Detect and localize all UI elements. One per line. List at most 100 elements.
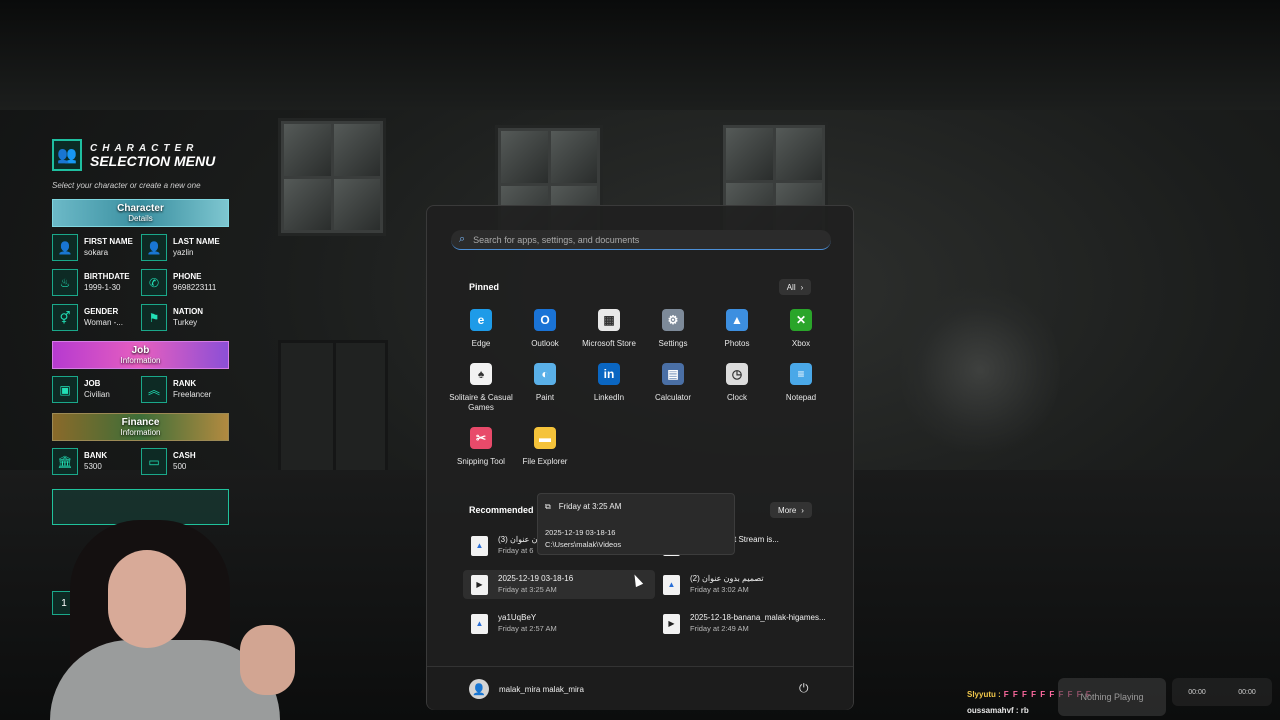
menu-header: 👥 CHARACTER SELECTION MENU xyxy=(52,137,230,173)
music-progress-widget: 00:00 00:00 xyxy=(1172,678,1272,706)
user-name: malak_mira malak_mira xyxy=(499,684,584,694)
pinned-app-label: Notepad xyxy=(785,393,817,402)
chat-username: Slyyutu : xyxy=(967,690,1001,699)
banner-title: Job xyxy=(131,344,150,356)
banner-subtitle: Details xyxy=(128,213,153,223)
search-input[interactable] xyxy=(473,234,804,245)
pinned-app-label: File Explorer xyxy=(522,457,568,466)
more-button[interactable]: More › xyxy=(770,502,812,518)
gender-icon: ⚥ xyxy=(52,304,78,331)
job-grid: ▣ JOB Civilian ︽ RANK Freelancer xyxy=(52,376,230,403)
video-file-icon: ▶ xyxy=(663,613,680,634)
image-file-icon: ▲ xyxy=(663,574,680,595)
field-last-name: 👤 LAST NAME yazlin xyxy=(141,234,230,261)
banner-title: Character xyxy=(117,202,164,214)
banner-subtitle: Information xyxy=(120,355,161,365)
webcam-hand xyxy=(240,625,295,695)
field-label: BIRTHDATE xyxy=(84,272,130,281)
image-file-icon: ▲ xyxy=(471,535,488,556)
pinned-app-scissors[interactable]: ✂ Snipping Tool xyxy=(449,427,513,467)
store-icon: ▦ xyxy=(598,309,620,331)
briefcase-icon: ▣ xyxy=(52,376,78,403)
pinned-app-outlook[interactable]: O Outlook xyxy=(513,309,577,349)
user-account-button[interactable]: 👤 malak_mira malak_mira xyxy=(469,679,584,699)
pinned-app-label: Paint xyxy=(535,393,555,402)
recommended-item-name: تصميم بدون عنوان (2) xyxy=(690,574,764,583)
field-phone: ✆ PHONE 9698223111 xyxy=(141,269,230,296)
pinned-app-label: Microsoft Store xyxy=(582,339,636,348)
recommended-item[interactable]: ▲ تصميم بدون عنوان (2) Friday at 3:02 AM xyxy=(655,570,847,599)
pinned-app-folder[interactable]: ▬ File Explorer xyxy=(513,427,577,467)
pinned-app-label: Xbox xyxy=(791,339,811,348)
avatar: 👤 xyxy=(469,679,489,699)
file-tooltip: ⧉ Friday at 3:25 AM 2025-12-19 03-18-16 C… xyxy=(537,493,735,555)
video-file-icon: ▶ xyxy=(471,574,488,595)
field-cash: ▭ CASH 500 xyxy=(141,448,230,475)
phone-icon: ✆ xyxy=(141,269,167,296)
field-job: ▣ JOB Civilian xyxy=(52,376,141,403)
power-icon[interactable]: ⏻ xyxy=(799,681,809,696)
field-first-name: 👤 FIRST NAME sokara xyxy=(52,234,141,261)
notepad-icon: ≡ xyxy=(790,363,812,385)
tooltip-path: C:\Users\malak\Videos xyxy=(545,540,622,549)
open-external-icon: ⧉ xyxy=(545,502,551,511)
users-icon: 👥 xyxy=(52,139,82,171)
pinned-app-clock[interactable]: ◷ Clock xyxy=(705,363,769,413)
pinned-app-store[interactable]: ▦ Microsoft Store xyxy=(577,309,641,349)
start-menu-footer: 👤 malak_mira malak_mira ⏻ xyxy=(427,666,853,710)
field-label: NATION xyxy=(173,307,204,316)
field-value: 9698223111 xyxy=(173,283,217,292)
field-value: Woman -... xyxy=(84,318,123,327)
edge-icon: e xyxy=(470,309,492,331)
finance-grid: 🏛 BANK 5300 ▭ CASH 500 xyxy=(52,448,230,475)
menu-title-line2: SELECTION MENU xyxy=(90,152,216,169)
field-value: 5300 xyxy=(84,462,102,471)
recommended-item-time: Friday at 3:02 AM xyxy=(690,585,749,594)
field-value: sokara xyxy=(84,248,109,257)
field-value: Turkey xyxy=(173,318,198,327)
more-label: More xyxy=(778,505,797,515)
field-value: yazlin xyxy=(173,248,194,257)
banner-subtitle: Information xyxy=(120,427,161,437)
pinned-app-solitaire[interactable]: ♠ Solitaire & Casual Games xyxy=(449,363,513,413)
pinned-app-notepad[interactable]: ≡ Notepad xyxy=(769,363,833,413)
streamer-webcam xyxy=(30,520,300,720)
paint-icon: ◐ xyxy=(534,363,556,385)
pinned-app-edge[interactable]: e Edge xyxy=(449,309,513,349)
recommended-item[interactable]: ▶ 2025-12-18-banana_malak-higames... Frida… xyxy=(655,609,847,638)
all-apps-label: All xyxy=(786,282,796,292)
pinned-app-xbox[interactable]: ✕ Xbox xyxy=(769,309,833,349)
cake-icon: ♨ xyxy=(52,269,78,296)
xbox-icon: ✕ xyxy=(790,309,812,331)
recommended-item-time: Friday at 3:25 AM xyxy=(498,585,557,594)
pinned-app-calculator[interactable]: ▤ Calculator xyxy=(641,363,705,413)
recommended-item-name: ya1UqBeY xyxy=(498,613,537,622)
pinned-apps-grid: e Edge O Outlook ▦ Microsoft Store ⚙ Settings ▲ P… xyxy=(449,309,833,467)
rank-icon: ︽ xyxy=(141,376,167,403)
cash-icon: ▭ xyxy=(141,448,167,475)
pinned-app-label: Settings xyxy=(658,339,688,348)
image-file-icon: ▲ xyxy=(471,613,488,634)
banner-title: Finance xyxy=(121,416,160,428)
gear-icon: ⚙ xyxy=(662,309,684,331)
field-label: JOB xyxy=(84,379,101,388)
all-apps-button[interactable]: All › xyxy=(779,279,811,295)
pinned-app-linkedin[interactable]: in LinkedIn xyxy=(577,363,641,413)
character-details-banner: Character Details xyxy=(52,199,229,227)
start-search-box[interactable]: ⌕ xyxy=(451,230,831,250)
pinned-app-label: Solitaire & Casual Games xyxy=(449,393,513,412)
recommended-item[interactable]: ▶ 2025-12-19 03-18-16 Friday at 3:25 AM xyxy=(463,570,655,599)
pinned-app-paint[interactable]: ◐ Paint xyxy=(513,363,577,413)
tooltip-modified: Friday at 3:25 AM xyxy=(558,502,622,511)
field-label: RANK xyxy=(173,379,197,388)
pinned-app-label: LinkedIn xyxy=(593,393,625,402)
clock-icon: ◷ xyxy=(726,363,748,385)
pinned-app-gear[interactable]: ⚙ Settings xyxy=(641,309,705,349)
chevron-right-icon: › xyxy=(801,505,804,515)
character-selection-menu: 👥 CHARACTER SELECTION MENU Select your c… xyxy=(52,137,230,525)
time-elapsed: 00:00 xyxy=(1188,688,1206,696)
tooltip-filename: 2025-12-19 03-18-16 xyxy=(545,528,616,537)
job-information-banner: Job Information xyxy=(52,341,229,369)
recommended-item[interactable]: ▲ ya1UqBeY Friday at 2:57 AM xyxy=(463,609,655,638)
pinned-app-photos[interactable]: ▲ Photos xyxy=(705,309,769,349)
